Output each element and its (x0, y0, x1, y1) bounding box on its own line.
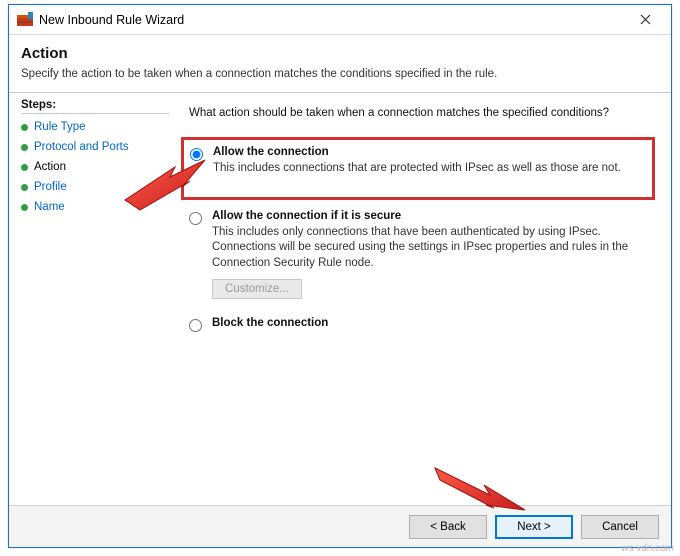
highlighted-option: Allow the connection This includes conne… (181, 137, 655, 200)
step-link[interactable]: Name (34, 201, 65, 213)
footer-buttons: < Back Next > Cancel (9, 505, 671, 547)
bullet-icon (21, 204, 28, 211)
radio-allow[interactable] (190, 148, 203, 161)
option-title: Block the connection (212, 317, 649, 329)
step-protocol-ports[interactable]: Protocol and Ports (21, 137, 169, 157)
step-link[interactable]: Profile (34, 181, 67, 193)
bullet-icon (21, 164, 28, 171)
option-title: Allow the connection if it is secure (212, 210, 649, 222)
step-action: Action (21, 157, 169, 177)
cancel-button[interactable]: Cancel (581, 515, 659, 539)
bullet-icon (21, 144, 28, 151)
close-button[interactable] (625, 6, 665, 34)
window-title: New Inbound Rule Wizard (39, 13, 625, 27)
steps-sidebar: Steps: Rule Type Protocol and Ports Acti… (9, 93, 179, 500)
step-link[interactable]: Protocol and Ports (34, 141, 129, 153)
customize-button: Customize... (212, 279, 302, 299)
wizard-window: New Inbound Rule Wizard Action Specify t… (8, 4, 672, 548)
step-current-label: Action (34, 161, 66, 173)
option-desc: This includes only connections that have… (212, 225, 649, 272)
next-button[interactable]: Next > (495, 515, 573, 539)
step-rule-type[interactable]: Rule Type (21, 117, 169, 137)
back-button[interactable]: < Back (409, 515, 487, 539)
bullet-icon (21, 184, 28, 191)
option-allow[interactable]: Allow the connection This includes conne… (190, 146, 644, 177)
steps-heading: Steps: (21, 99, 169, 114)
step-profile[interactable]: Profile (21, 177, 169, 197)
option-allow-secure[interactable]: Allow the connection if it is secure Thi… (189, 210, 649, 300)
question-text: What action should be taken when a conne… (189, 107, 649, 119)
option-desc: This includes connections that are prote… (213, 161, 644, 177)
option-block[interactable]: Block the connection (189, 317, 649, 332)
firewall-icon (17, 12, 33, 28)
watermark: ws vdn.com (621, 543, 674, 554)
page-heading: Action (21, 45, 659, 62)
wizard-header: Action Specify the action to be taken wh… (9, 35, 671, 92)
step-name[interactable]: Name (21, 197, 169, 217)
radio-allow-secure[interactable] (189, 212, 202, 225)
titlebar: New Inbound Rule Wizard (9, 5, 671, 35)
option-title: Allow the connection (213, 146, 644, 158)
step-link[interactable]: Rule Type (34, 121, 86, 133)
close-icon (640, 14, 651, 25)
radio-block[interactable] (189, 319, 202, 332)
bullet-icon (21, 124, 28, 131)
main-panel: What action should be taken when a conne… (179, 93, 671, 500)
page-subtitle: Specify the action to be taken when a co… (21, 68, 659, 80)
content-area: Steps: Rule Type Protocol and Ports Acti… (9, 93, 671, 500)
